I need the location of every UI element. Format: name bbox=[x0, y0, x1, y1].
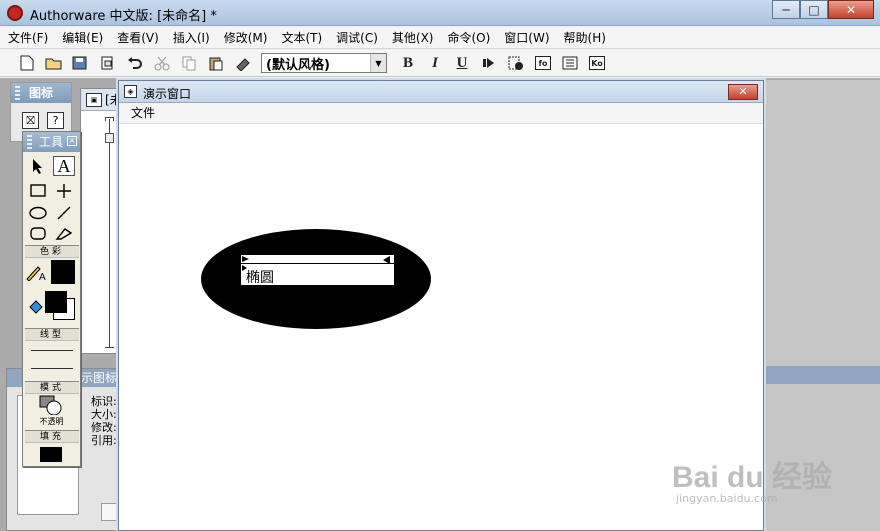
presentation-title: 演示窗口 bbox=[143, 87, 192, 101]
underline-button[interactable]: U bbox=[451, 52, 473, 74]
knowledge-objects-icon[interactable]: Ko bbox=[586, 52, 608, 74]
fill-pattern-swatch[interactable] bbox=[40, 447, 62, 462]
style-select-value: (默认风格) bbox=[266, 57, 330, 73]
save-all-icon[interactable] bbox=[70, 52, 92, 74]
line-tool-icon[interactable] bbox=[53, 203, 75, 223]
menu-bar: 文件(F) 编辑(E) 查看(V) 插入(I) 修改(M) 文本(T) 调试(C… bbox=[0, 27, 880, 49]
close-button[interactable]: ✕ bbox=[828, 0, 874, 19]
menu-debug[interactable]: 调试(C) bbox=[336, 29, 378, 46]
property-ref-label: 引用: bbox=[91, 434, 117, 447]
opaque-mode-icon[interactable] bbox=[39, 395, 65, 416]
property-size-label: 大小: bbox=[91, 408, 117, 421]
presentation-window-icon: ◈ bbox=[124, 85, 137, 98]
property-id-label: 标识: bbox=[91, 395, 117, 408]
menu-view[interactable]: 查看(V) bbox=[117, 29, 159, 46]
ellipse-label[interactable]: 椭圆 bbox=[246, 267, 274, 287]
menu-modify[interactable]: 修改(M) bbox=[224, 29, 268, 46]
menu-window[interactable]: 窗口(W) bbox=[504, 29, 549, 46]
chevron-down-icon[interactable]: ▼ bbox=[370, 54, 386, 72]
authorware-app: Authorware 中文版: [未命名] * ─ □ ✕ 文件(F) 编辑(E… bbox=[0, 0, 880, 531]
window-title: Authorware 中文版: [未命名] * bbox=[30, 9, 217, 24]
paste-icon[interactable] bbox=[205, 52, 227, 74]
presentation-titlebar[interactable]: ◈ 演示窗口 ✕ bbox=[119, 81, 763, 103]
question-icon[interactable]: ? bbox=[47, 112, 64, 129]
close-icon[interactable]: × bbox=[67, 136, 77, 146]
tools-palette-title: 工具 bbox=[39, 135, 64, 149]
menu-other[interactable]: 其他(X) bbox=[392, 29, 434, 46]
polygon-tool-icon[interactable] bbox=[53, 224, 75, 244]
svg-text:A: A bbox=[39, 272, 46, 281]
control-panel-icon[interactable] bbox=[505, 52, 527, 74]
line-section-label: 线型 bbox=[25, 328, 79, 341]
mode-value: 不透明 bbox=[39, 417, 64, 426]
variables-icon[interactable] bbox=[559, 52, 581, 74]
toolbar: (默认风格) ▼ B I U fo Ko bbox=[0, 50, 880, 77]
text-tool-icon[interactable]: A bbox=[53, 156, 75, 176]
minimize-button[interactable]: ─ bbox=[772, 0, 800, 19]
display-icon[interactable]: ⛝ bbox=[22, 112, 39, 129]
ellipse-tool-icon[interactable] bbox=[27, 203, 49, 223]
presentation-window: ◈ 演示窗口 ✕ 文件 椭圆 bbox=[118, 80, 764, 531]
right-indent-marker-icon[interactable] bbox=[383, 256, 390, 264]
tools-palette: 工具 × A 色彩 A 线型 模式 不透明 填充 bbox=[22, 131, 81, 467]
fill-section-label: 填充 bbox=[25, 430, 79, 443]
line-style-default[interactable] bbox=[31, 368, 73, 369]
watermark: Bai du 经验 bbox=[672, 461, 833, 494]
knowledge-objects-label: Ko bbox=[589, 56, 605, 70]
watermark-url: jingyan.baidu.com bbox=[676, 492, 778, 505]
menu-text[interactable]: 文本(T) bbox=[281, 29, 322, 46]
maximize-button[interactable]: □ bbox=[800, 0, 828, 19]
menu-command[interactable]: 命令(O) bbox=[447, 29, 490, 46]
style-select[interactable]: (默认风格) ▼ bbox=[261, 53, 387, 73]
property-modified-label: 修改: bbox=[91, 421, 117, 434]
rectangle-tool-icon[interactable] bbox=[27, 181, 49, 201]
menu-file[interactable]: 文件(F) bbox=[8, 29, 48, 46]
right-panel-header bbox=[766, 366, 880, 384]
left-indent-marker-icon[interactable] bbox=[242, 256, 249, 262]
menu-insert[interactable]: 插入(I) bbox=[173, 29, 210, 46]
open-icon[interactable] bbox=[43, 52, 65, 74]
pencil-icon[interactable]: A bbox=[25, 262, 47, 282]
bold-button[interactable]: B bbox=[397, 52, 419, 74]
grip-icon[interactable] bbox=[15, 86, 20, 100]
authorware-logo-icon bbox=[7, 5, 23, 21]
flow-display-icon[interactable] bbox=[105, 133, 114, 143]
color-section-label: 色彩 bbox=[25, 245, 79, 258]
find-icon[interactable] bbox=[232, 52, 254, 74]
copy-icon[interactable] bbox=[178, 52, 200, 74]
menu-edit[interactable]: 编辑(E) bbox=[62, 29, 103, 46]
text-object[interactable]: 椭圆 bbox=[240, 254, 395, 286]
flowline-end-icon bbox=[105, 347, 114, 348]
icon-palette-title: 图标 bbox=[29, 86, 54, 100]
italic-button[interactable]: I bbox=[424, 52, 446, 74]
menu-help[interactable]: 帮助(H) bbox=[564, 29, 606, 46]
flowline bbox=[109, 119, 110, 347]
undo-icon[interactable] bbox=[124, 52, 146, 74]
text-ruler bbox=[241, 255, 394, 264]
rounded-rect-tool-icon[interactable] bbox=[27, 224, 49, 244]
pointer-tool-icon[interactable] bbox=[27, 156, 49, 176]
line-color-swatch[interactable] bbox=[51, 260, 75, 284]
design-window-icon: ▣ bbox=[86, 92, 102, 107]
fill-foreground-swatch[interactable] bbox=[45, 291, 67, 313]
title-bar: Authorware 中文版: [未命名] * ─ □ ✕ bbox=[0, 0, 880, 26]
restart-icon[interactable] bbox=[478, 52, 500, 74]
import-icon[interactable] bbox=[97, 52, 119, 74]
functions-label: fo bbox=[535, 56, 551, 70]
line-style-thin[interactable] bbox=[31, 350, 73, 351]
tools-palette-header[interactable]: 工具 × bbox=[23, 132, 80, 152]
crosshair-tool-icon[interactable] bbox=[53, 181, 75, 201]
icon-palette-header[interactable]: 图标 bbox=[11, 83, 71, 103]
paint-bucket-icon[interactable] bbox=[25, 297, 47, 317]
new-icon[interactable] bbox=[16, 52, 38, 74]
cut-icon[interactable] bbox=[151, 52, 173, 74]
presentation-menu-file[interactable]: 文件 bbox=[119, 103, 763, 124]
grip-icon[interactable] bbox=[27, 135, 32, 149]
mode-section-label: 模式 bbox=[25, 381, 79, 394]
presentation-close-button[interactable]: ✕ bbox=[728, 84, 758, 100]
functions-icon[interactable]: fo bbox=[532, 52, 554, 74]
